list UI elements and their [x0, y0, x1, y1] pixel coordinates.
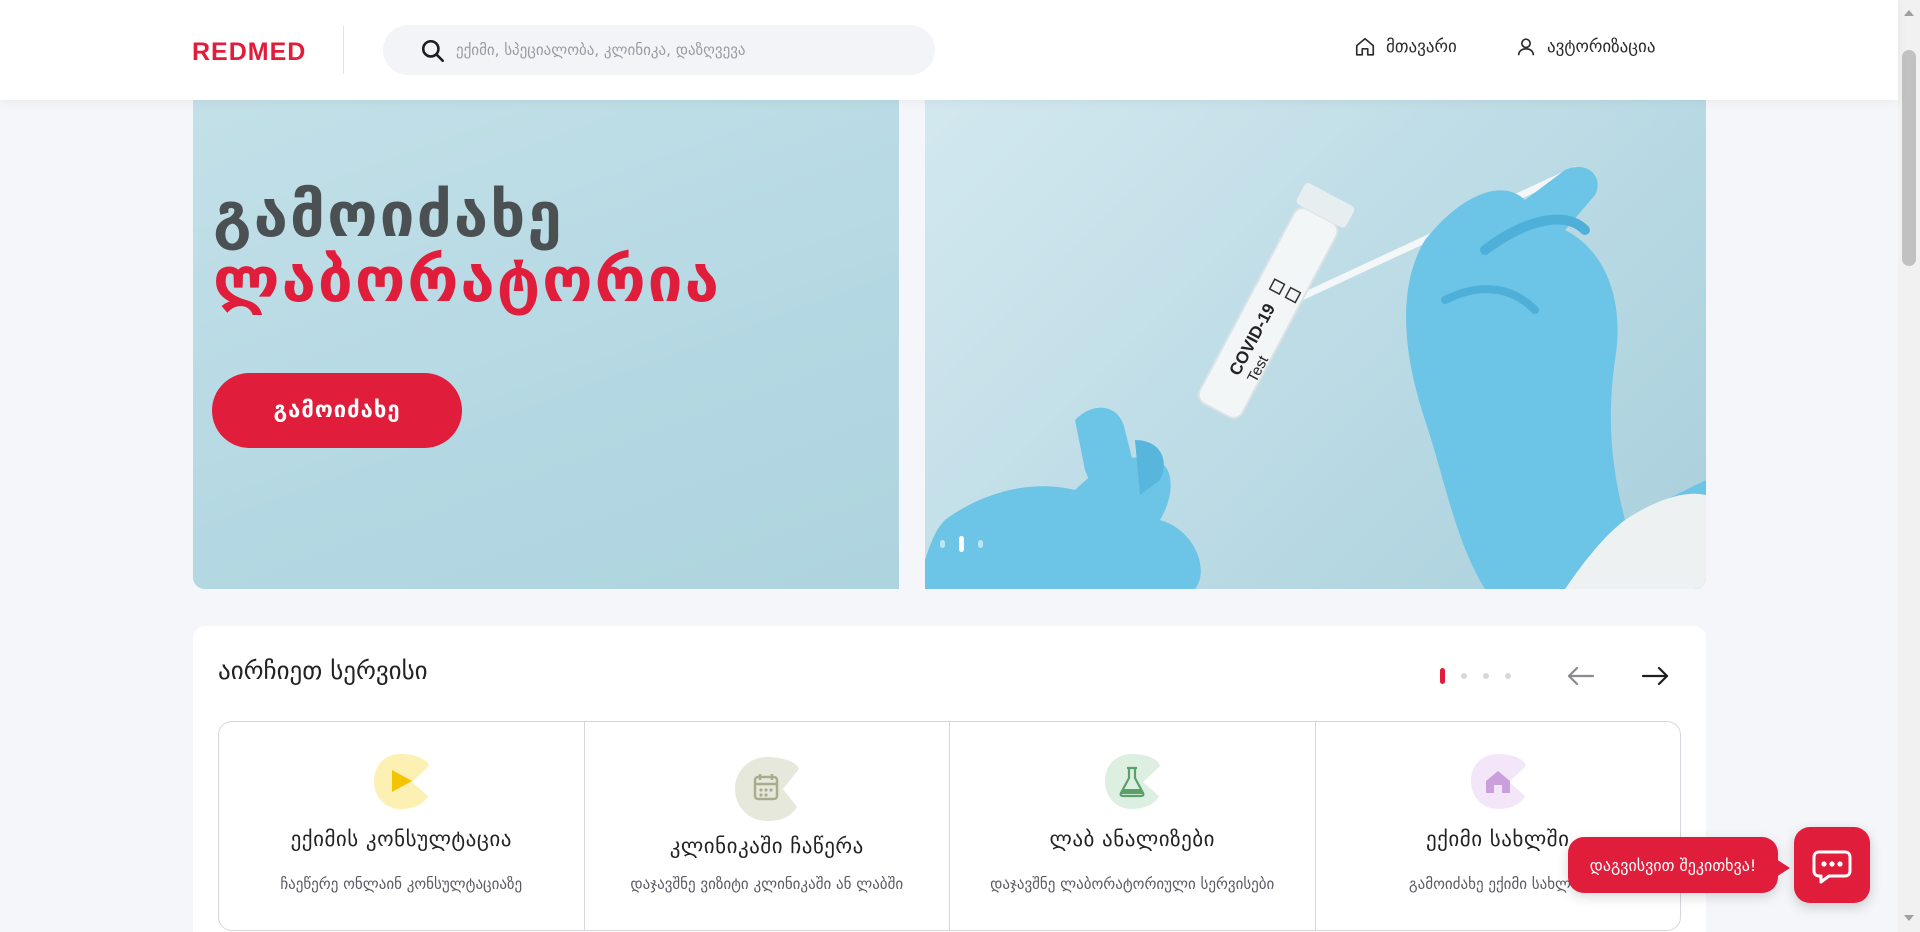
hero-title-line1: გამოიძახე — [213, 178, 564, 251]
services-pagination — [1440, 668, 1511, 684]
service-card-clinic[interactable]: კლინიკაში ჩაწერა დაჯავშნე ვიზიტი კლინიკა… — [585, 722, 950, 930]
header-divider — [343, 26, 344, 74]
home-icon — [1355, 37, 1375, 56]
house-icon — [1470, 754, 1526, 809]
service-card-consultation[interactable]: ექიმის კონსულტაცია ჩაეწერე ონლაინ კონსულ… — [219, 722, 585, 930]
nav-home-label: მთავარი — [1386, 37, 1457, 57]
services-title: აირჩიეთ სერვისი — [218, 656, 428, 685]
hero-banner: გამოიძახე ლაბორატორია გამოიძახე COVID-19… — [193, 100, 1706, 589]
hero-slider-dots — [940, 536, 983, 552]
hero-text-panel: გამოიძახე ლაბორატორია გამოიძახე — [193, 100, 899, 589]
service-card-desc: ჩაეწერე ონლაინ კონსულტაციაზე — [280, 875, 523, 893]
arrow-right-icon[interactable] — [1639, 664, 1671, 688]
play-icon — [374, 754, 430, 809]
hero-call-button[interactable]: გამოიძახე — [212, 373, 462, 448]
flask-icon — [1105, 754, 1161, 809]
chat-prompt-bubble[interactable]: დაგვისვით შეკითხვა! — [1568, 837, 1790, 893]
service-card-lab[interactable]: ლაბ ანალიზები დაჯავშნე ლაბორატორიული სერ… — [950, 722, 1316, 930]
services-dot[interactable] — [1505, 673, 1511, 679]
hero-gap — [899, 100, 925, 589]
services-dot-active[interactable] — [1440, 668, 1445, 684]
chat-icon — [1812, 850, 1852, 884]
service-cards: ექიმის კონსულტაცია ჩაეწერე ონლაინ კონსულ… — [218, 721, 1681, 931]
service-card-desc: დაჯავშნე ლაბორატორიული სერვისები — [990, 875, 1275, 893]
search-icon — [421, 39, 445, 63]
service-card-name: კლინიკაში ჩაწერა — [669, 834, 864, 858]
chat-button[interactable] — [1794, 827, 1870, 903]
arrow-left-icon[interactable] — [1565, 664, 1597, 688]
slider-dot-active[interactable] — [959, 536, 964, 552]
redmed-logo[interactable]: REDMED — [192, 38, 306, 67]
search-bar[interactable] — [383, 25, 935, 75]
top-header: REDMED მთავარი ავტორიზაცია — [0, 0, 1898, 100]
user-icon — [1517, 38, 1535, 56]
hero-image: COVID-19 Test — [925, 100, 1706, 589]
service-card-home-visit[interactable]: ექიმი სახლში გამოიძახე ექიმი სახლში — [1316, 722, 1681, 930]
page-scrollbar[interactable] — [1898, 0, 1920, 932]
service-card-name: ექიმის კონსულტაცია — [290, 827, 512, 851]
service-card-name: ლაბ ანალიზები — [1049, 827, 1215, 851]
hero-title-line2: ლაბორატორია — [213, 243, 721, 316]
nav-login-label: ავტორიზაცია — [1547, 37, 1656, 57]
scroll-thumb[interactable] — [1902, 50, 1916, 266]
scroll-down-arrow[interactable] — [1904, 915, 1914, 921]
services-section: აირჩიეთ სერვისი ექიმის კონსულტაცია ჩაეწე… — [193, 626, 1706, 932]
slider-dot[interactable] — [940, 540, 945, 548]
search-input[interactable] — [456, 25, 916, 75]
slider-dot[interactable] — [978, 540, 983, 548]
services-dot[interactable] — [1461, 673, 1467, 679]
covid-test-illustration: COVID-19 Test — [925, 166, 1706, 589]
service-card-desc: დაჯავშნე ვიზიტი კლინიკაში ან ლაბში — [630, 875, 904, 893]
services-dot[interactable] — [1483, 673, 1489, 679]
nav-login[interactable]: ავტორიზაცია — [1515, 36, 1655, 58]
calendar-icon — [734, 757, 799, 821]
scroll-up-arrow[interactable] — [1904, 10, 1914, 16]
nav-home[interactable]: მთავარი — [1354, 36, 1457, 58]
